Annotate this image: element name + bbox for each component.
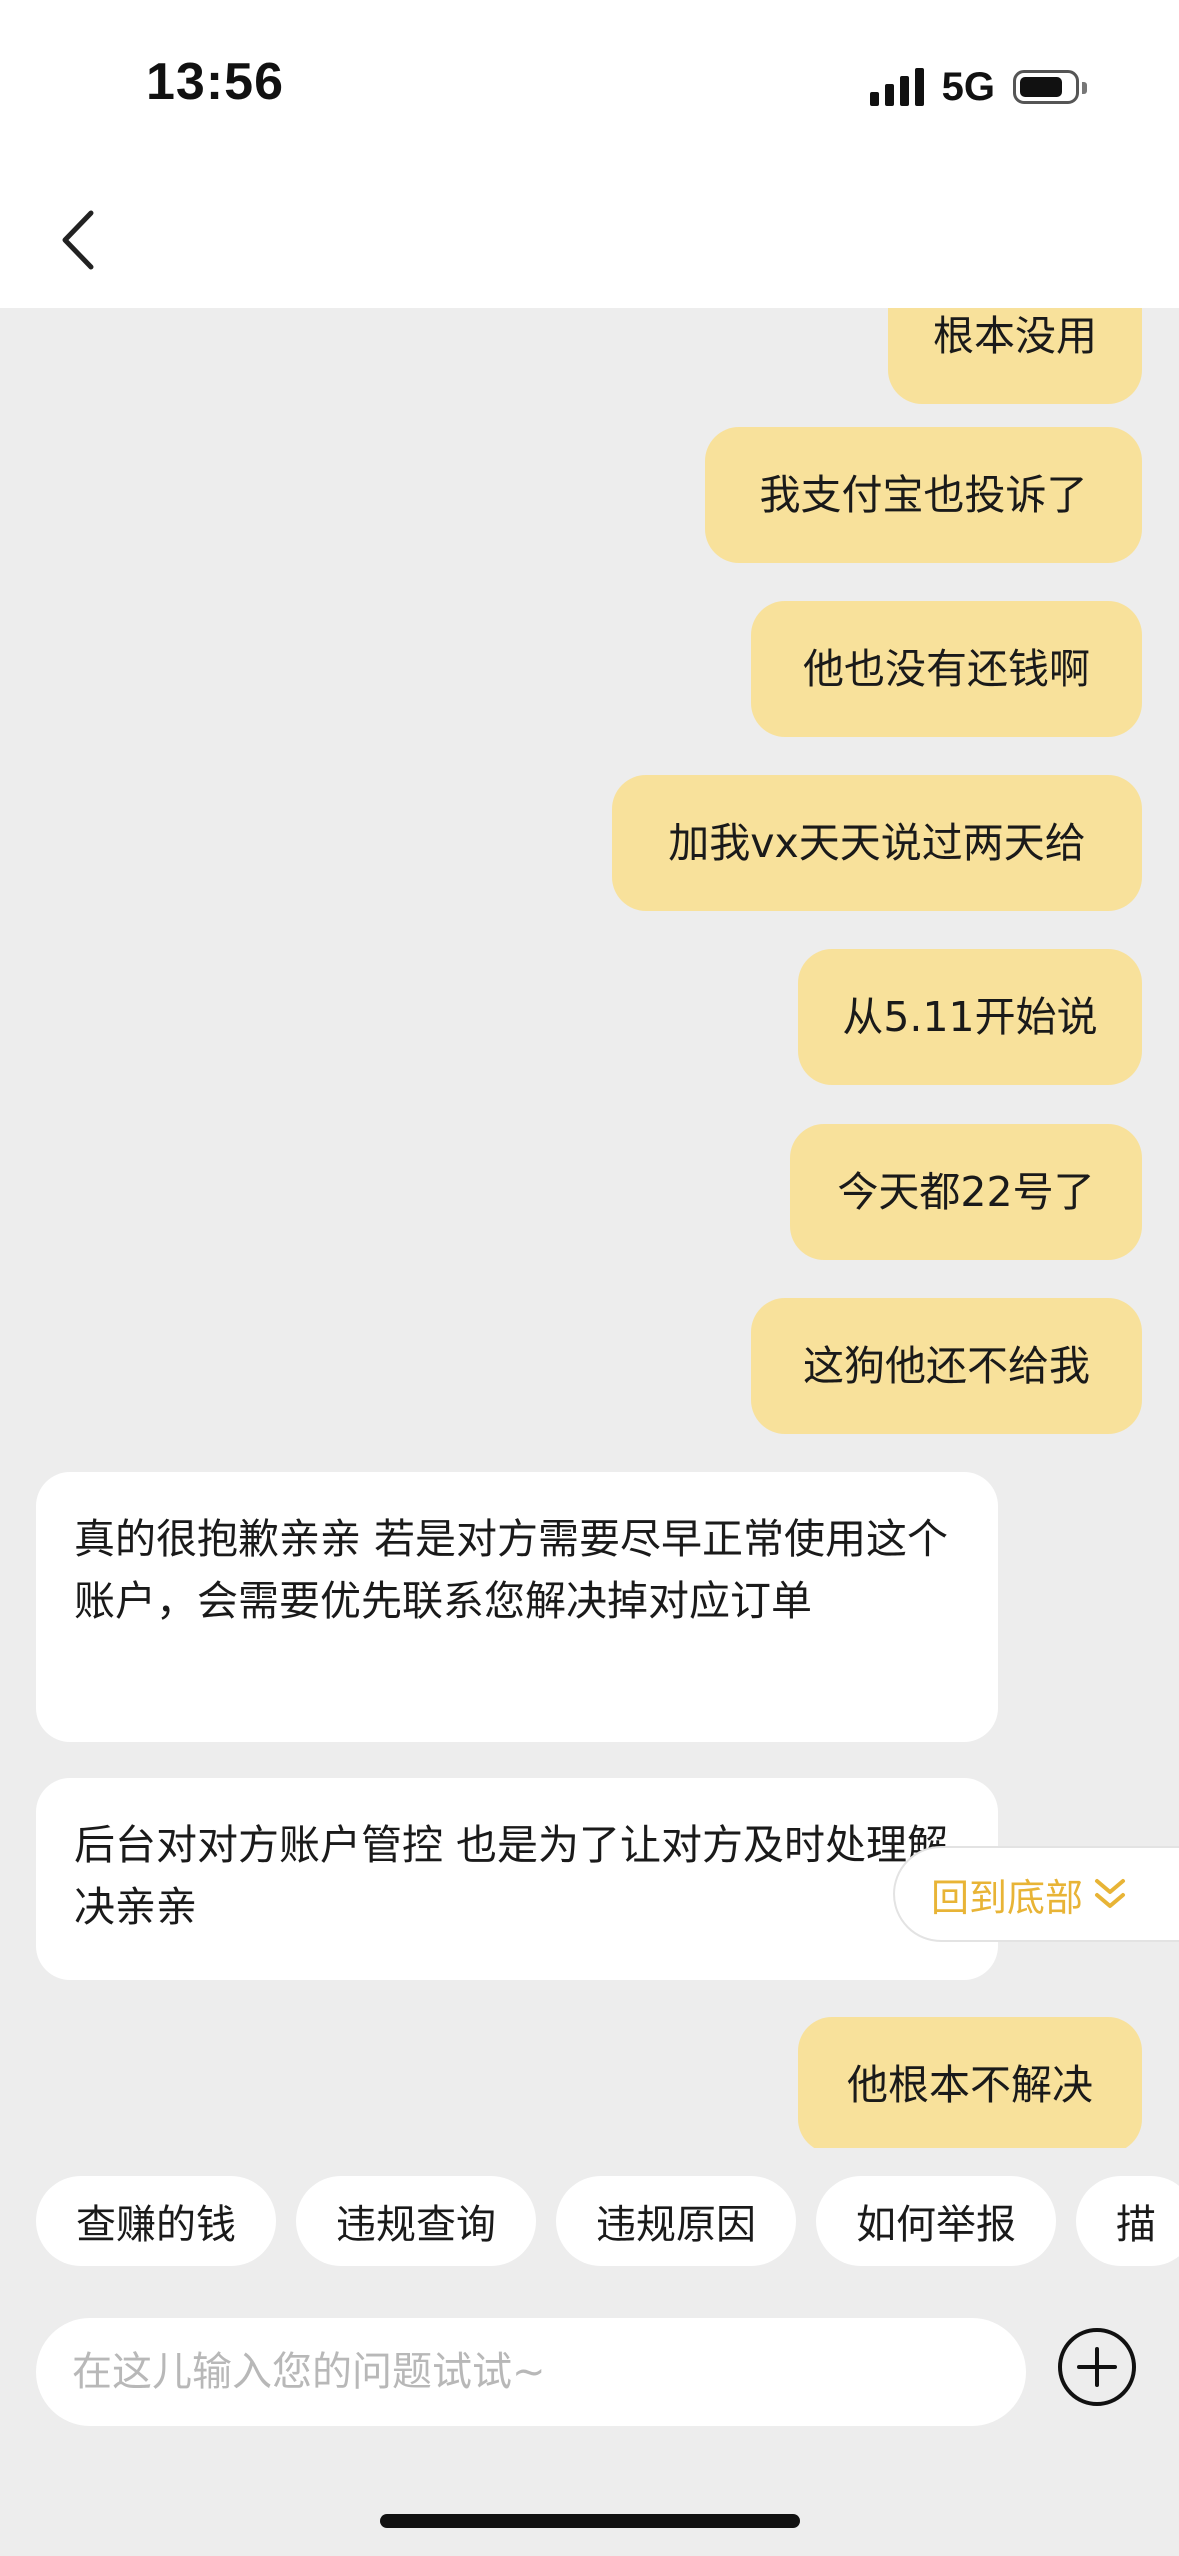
message-outgoing[interactable]: 从5.11开始说	[798, 949, 1142, 1085]
message-outgoing[interactable]: 加我vx天天说过两天给	[612, 775, 1142, 911]
chevron-left-icon	[62, 210, 94, 270]
quick-reply-chip[interactable]: 违规原因	[556, 2176, 796, 2266]
message-text: 他也没有还钱啊	[803, 645, 1090, 693]
message-outgoing[interactable]: 根本没用	[888, 308, 1142, 404]
input-panel: 查赚的钱 违规查询 违规原因 如何举报 描	[0, 2148, 1179, 2556]
message-text: 这狗他还不给我	[803, 1342, 1090, 1390]
status-time: 13:56	[146, 53, 284, 111]
status-indicators: 5G	[869, 62, 1087, 112]
signal-icon	[869, 68, 924, 106]
message-text: 加我vx天天说过两天给	[668, 819, 1086, 867]
home-indicator[interactable]	[380, 2514, 800, 2528]
plus-circle-icon	[1058, 2328, 1136, 2406]
double-chevron-down-icon	[1095, 1879, 1126, 1908]
quick-reply-chip[interactable]: 描	[1076, 2176, 1179, 2266]
quick-reply-bar[interactable]: 查赚的钱 违规查询 违规原因 如何举报 描	[36, 2176, 1179, 2266]
add-button[interactable]	[1056, 2326, 1138, 2408]
top-bar: 13:56 5G	[0, 0, 1179, 308]
message-text: 真的很抱歉亲亲 若是对方需要尽早正常使用这个账户，会需要优先联系您解决掉对应订单	[74, 1515, 949, 1625]
message-text: 从5.11开始说	[842, 993, 1098, 1041]
quick-reply-chip[interactable]: 查赚的钱	[36, 2176, 276, 2266]
quick-reply-chip[interactable]: 如何举报	[816, 2176, 1056, 2266]
battery-icon	[1013, 70, 1087, 104]
back-button[interactable]	[48, 205, 108, 275]
scroll-to-bottom-label: 回到底部	[931, 1875, 1084, 1920]
network-label: 5G	[941, 64, 995, 109]
message-outgoing[interactable]: 这狗他还不给我	[751, 1298, 1142, 1434]
message-text: 他根本不解决	[847, 2061, 1093, 2109]
message-text: 今天都22号了	[837, 1168, 1095, 1216]
message-outgoing[interactable]: 他根本不解决	[798, 2017, 1142, 2148]
message-input[interactable]	[36, 2318, 1026, 2426]
message-outgoing[interactable]: 我支付宝也投诉了	[705, 427, 1142, 563]
message-outgoing[interactable]: 今天都22号了	[790, 1124, 1142, 1260]
message-incoming[interactable]: 真的很抱歉亲亲 若是对方需要尽早正常使用这个账户，会需要优先联系您解决掉对应订单	[36, 1472, 998, 1742]
message-incoming[interactable]: 后台对对方账户管控 也是为了让对方及时处理解决亲亲	[36, 1778, 998, 1980]
message-text: 根本没用	[933, 312, 1097, 360]
message-text: 我支付宝也投诉了	[759, 471, 1088, 519]
scroll-to-bottom-button[interactable]: 回到底部	[893, 1846, 1179, 1942]
message-outgoing[interactable]: 他也没有还钱啊	[751, 601, 1142, 737]
quick-reply-chip[interactable]: 违规查询	[296, 2176, 536, 2266]
message-text: 后台对对方账户管控 也是为了让对方及时处理解决亲亲	[74, 1821, 949, 1931]
